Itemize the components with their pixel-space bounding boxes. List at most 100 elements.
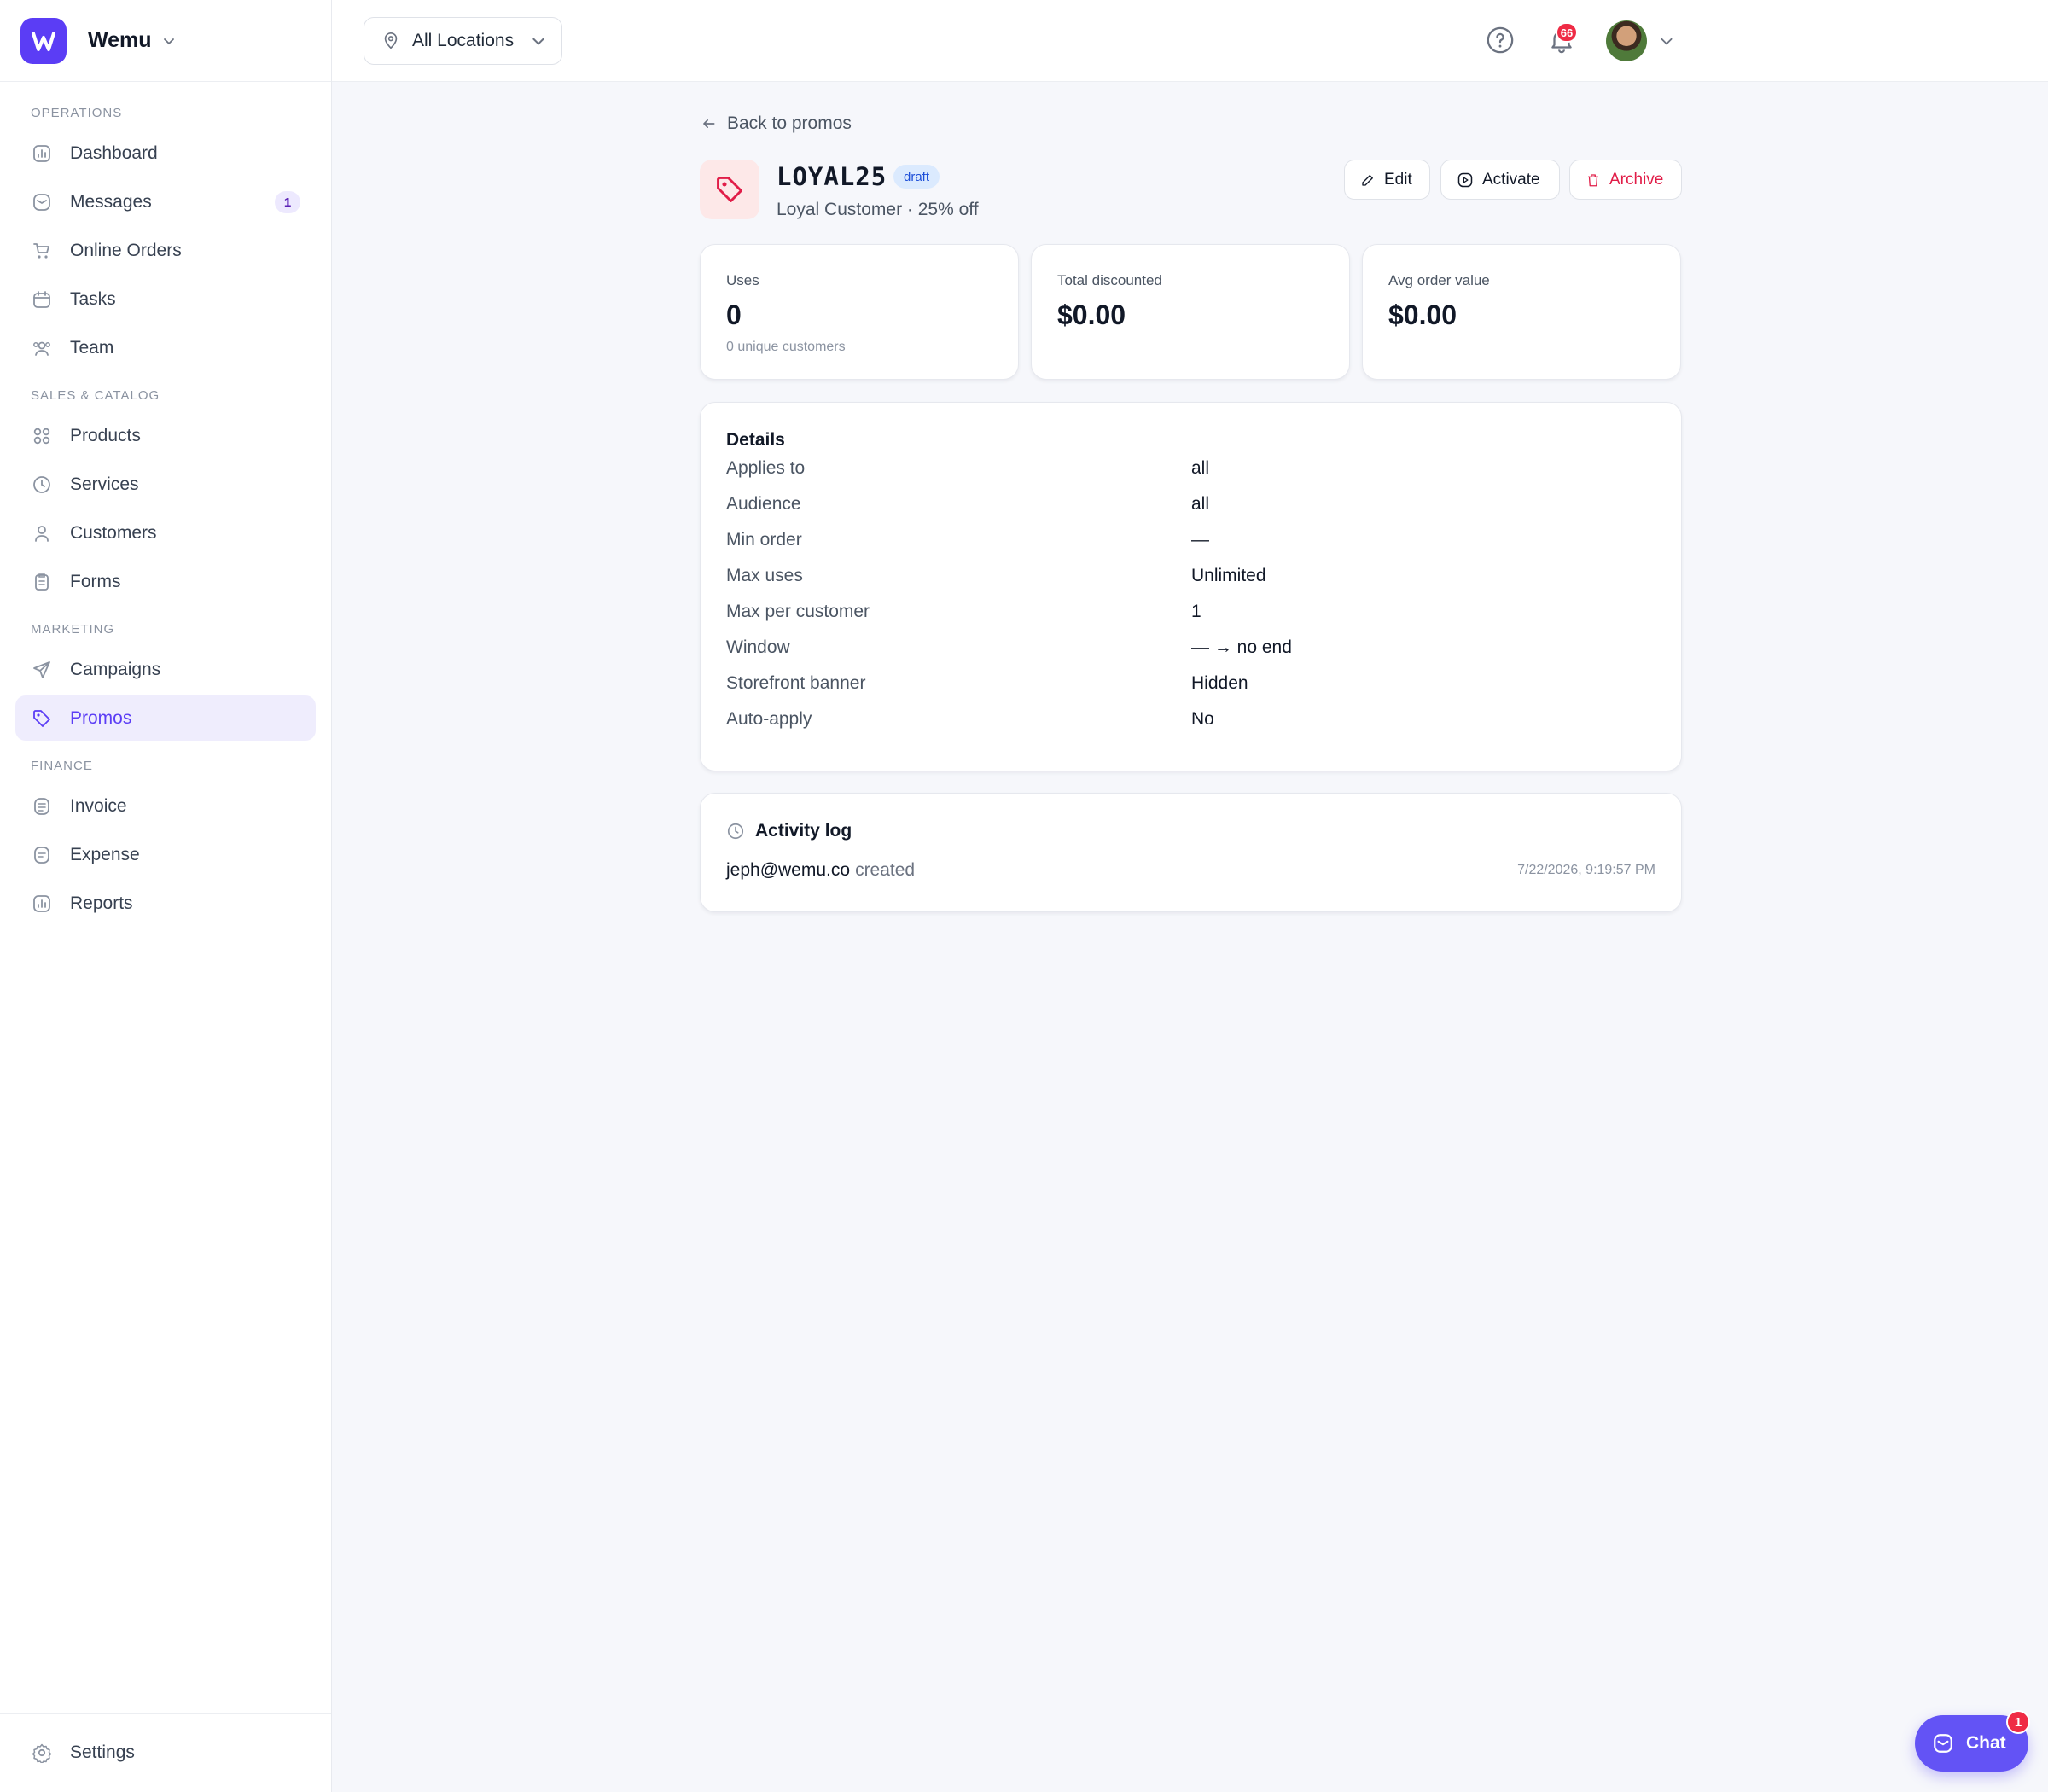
detail-value: all bbox=[1191, 494, 1210, 514]
pencil-icon bbox=[1362, 174, 1373, 186]
activity-action: created bbox=[855, 860, 916, 880]
trash-icon bbox=[1588, 173, 1598, 186]
sidebar-item-label: Expense bbox=[70, 844, 140, 864]
sidebar-item-label: Services bbox=[70, 474, 139, 494]
detail-label: Window bbox=[726, 637, 790, 657]
promo-code-title: LOYAL25 bbox=[777, 162, 887, 191]
sidebar-item-promos[interactable]: Promos bbox=[15, 695, 316, 741]
section-label-marketing: MARKETING bbox=[31, 622, 115, 637]
sidebar-item-label: Settings bbox=[70, 1742, 135, 1762]
back-link-label: Back to promos bbox=[727, 113, 852, 133]
sidebar-item-settings[interactable]: Settings bbox=[15, 1730, 316, 1775]
sidebar-footer: Settings bbox=[0, 1713, 331, 1792]
messages-count-badge: 1 bbox=[275, 191, 300, 213]
users-icon bbox=[31, 337, 53, 359]
stat-label: Avg order value bbox=[1388, 272, 1490, 288]
sidebar-item-services[interactable]: Services bbox=[15, 462, 316, 507]
promo-subtitle: Loyal Customer · 25% off bbox=[777, 200, 979, 219]
details-card: Details Applies to all Audience all Min … bbox=[700, 402, 1682, 771]
receipt-icon bbox=[31, 844, 53, 866]
tag-icon bbox=[31, 707, 53, 730]
play-circle-icon bbox=[1457, 172, 1473, 187]
detail-value: Unlimited bbox=[1191, 566, 1266, 585]
location-select-value: All Locations bbox=[412, 31, 515, 50]
arrow-left-icon bbox=[703, 119, 715, 128]
promo-tag-icon bbox=[700, 160, 759, 219]
stat-card-uses: Uses 0 0 unique customers bbox=[700, 244, 1019, 380]
sidebar-item-label: Forms bbox=[70, 571, 121, 591]
sidebar-item-dashboard[interactable]: Dashboard bbox=[15, 131, 316, 176]
sidebar-item-label: Reports bbox=[70, 893, 133, 913]
edit-button-label: Edit bbox=[1384, 170, 1412, 189]
detail-row: Auto-apply No bbox=[726, 701, 1655, 737]
sidebar-item-messages[interactable]: Messages 1 bbox=[15, 179, 316, 224]
brand-name: Wemu bbox=[88, 28, 152, 52]
sidebar-item-label: Products bbox=[70, 425, 141, 445]
activity-log-header: Activity log bbox=[726, 821, 1655, 841]
user-icon bbox=[31, 522, 53, 544]
sidebar-item-label: Invoice bbox=[70, 795, 127, 816]
chat-icon bbox=[1934, 1734, 1952, 1753]
chat-unread-badge: 1 bbox=[2006, 1710, 2030, 1734]
details-title: Details bbox=[726, 430, 785, 450]
stat-label: Uses bbox=[726, 272, 759, 288]
stat-subtext: 0 unique customers bbox=[726, 340, 846, 354]
detail-row: Max uses Unlimited bbox=[726, 558, 1655, 594]
stat-value: $0.00 bbox=[1388, 300, 1457, 330]
sidebar-item-label: Messages bbox=[70, 191, 152, 212]
cart-icon bbox=[31, 240, 53, 262]
chevron-down-icon bbox=[532, 38, 544, 45]
section-label-sales: SALES & CATALOG bbox=[31, 388, 160, 403]
chat-button-label: Chat bbox=[1966, 1733, 2006, 1753]
brand-switcher[interactable]: Wemu bbox=[0, 0, 331, 82]
detail-value: — bbox=[1191, 530, 1209, 550]
activity-timestamp: 7/22/2026, 9:19:57 PM bbox=[1517, 863, 1655, 877]
sidebar-item-expense[interactable]: Expense bbox=[15, 832, 316, 877]
sidebar-item-online-orders[interactable]: Online Orders bbox=[15, 228, 316, 273]
detail-label: Max uses bbox=[726, 566, 803, 585]
stat-label: Total discounted bbox=[1057, 272, 1162, 288]
sidebar-item-customers[interactable]: Customers bbox=[15, 510, 316, 556]
section-label-operations: OPERATIONS bbox=[31, 106, 123, 120]
stat-value: $0.00 bbox=[1057, 300, 1126, 330]
activate-button[interactable]: Activate bbox=[1440, 160, 1560, 200]
detail-row: Storefront banner Hidden bbox=[726, 666, 1655, 701]
detail-label: Audience bbox=[726, 494, 801, 514]
help-icon[interactable] bbox=[1486, 26, 1515, 55]
detail-value: Hidden bbox=[1191, 673, 1248, 693]
archive-button[interactable]: Archive bbox=[1569, 160, 1682, 200]
archive-button-label: Archive bbox=[1609, 170, 1664, 189]
detail-row: Applies to all bbox=[726, 451, 1655, 486]
edit-button[interactable]: Edit bbox=[1344, 160, 1430, 200]
location-select[interactable]: All Locations bbox=[364, 17, 562, 65]
detail-label: Min order bbox=[726, 530, 802, 550]
sidebar-item-label: Team bbox=[70, 337, 114, 358]
gear-icon bbox=[31, 1742, 53, 1764]
detail-value: — → no end bbox=[1191, 637, 1292, 657]
sidebar-item-forms[interactable]: Forms bbox=[15, 559, 316, 604]
sidebar-item-label: Dashboard bbox=[70, 143, 158, 163]
sidebar-item-team[interactable]: Team bbox=[15, 325, 316, 370]
sidebar-item-campaigns[interactable]: Campaigns bbox=[15, 647, 316, 692]
sidebar-nav: OPERATIONS Dashboard Messages 1 Online O… bbox=[0, 105, 331, 926]
clock-icon bbox=[727, 823, 744, 840]
map-pin-icon bbox=[384, 32, 398, 49]
avatar[interactable] bbox=[1606, 20, 1647, 61]
stat-card-total-discounted: Total discounted $0.00 bbox=[1031, 244, 1350, 380]
sidebar-item-label: Tasks bbox=[70, 288, 116, 309]
sidebar-item-products[interactable]: Products bbox=[15, 413, 316, 458]
sidebar-item-reports[interactable]: Reports bbox=[15, 881, 316, 926]
activity-user: jeph@wemu.co bbox=[726, 860, 851, 880]
sidebar-item-tasks[interactable]: Tasks bbox=[15, 276, 316, 322]
top-header: All Locations bbox=[332, 0, 2048, 82]
detail-value: No bbox=[1191, 709, 1214, 729]
detail-row: Min order — bbox=[726, 522, 1655, 558]
sidebar-item-invoice[interactable]: Invoice bbox=[15, 783, 316, 829]
activity-log-card: Activity log jeph@wemu.co created 7/22/2… bbox=[700, 793, 1682, 912]
sidebar: Wemu OPERATIONS Dashboard Messages 1 Onl… bbox=[0, 0, 332, 1792]
detail-row: Window — → no end bbox=[726, 630, 1655, 666]
chart-icon bbox=[31, 143, 53, 165]
chevron-down-icon[interactable] bbox=[1659, 33, 1674, 49]
back-to-promos-link[interactable]: Back to promos bbox=[700, 113, 852, 134]
clipboard-icon bbox=[31, 571, 53, 593]
